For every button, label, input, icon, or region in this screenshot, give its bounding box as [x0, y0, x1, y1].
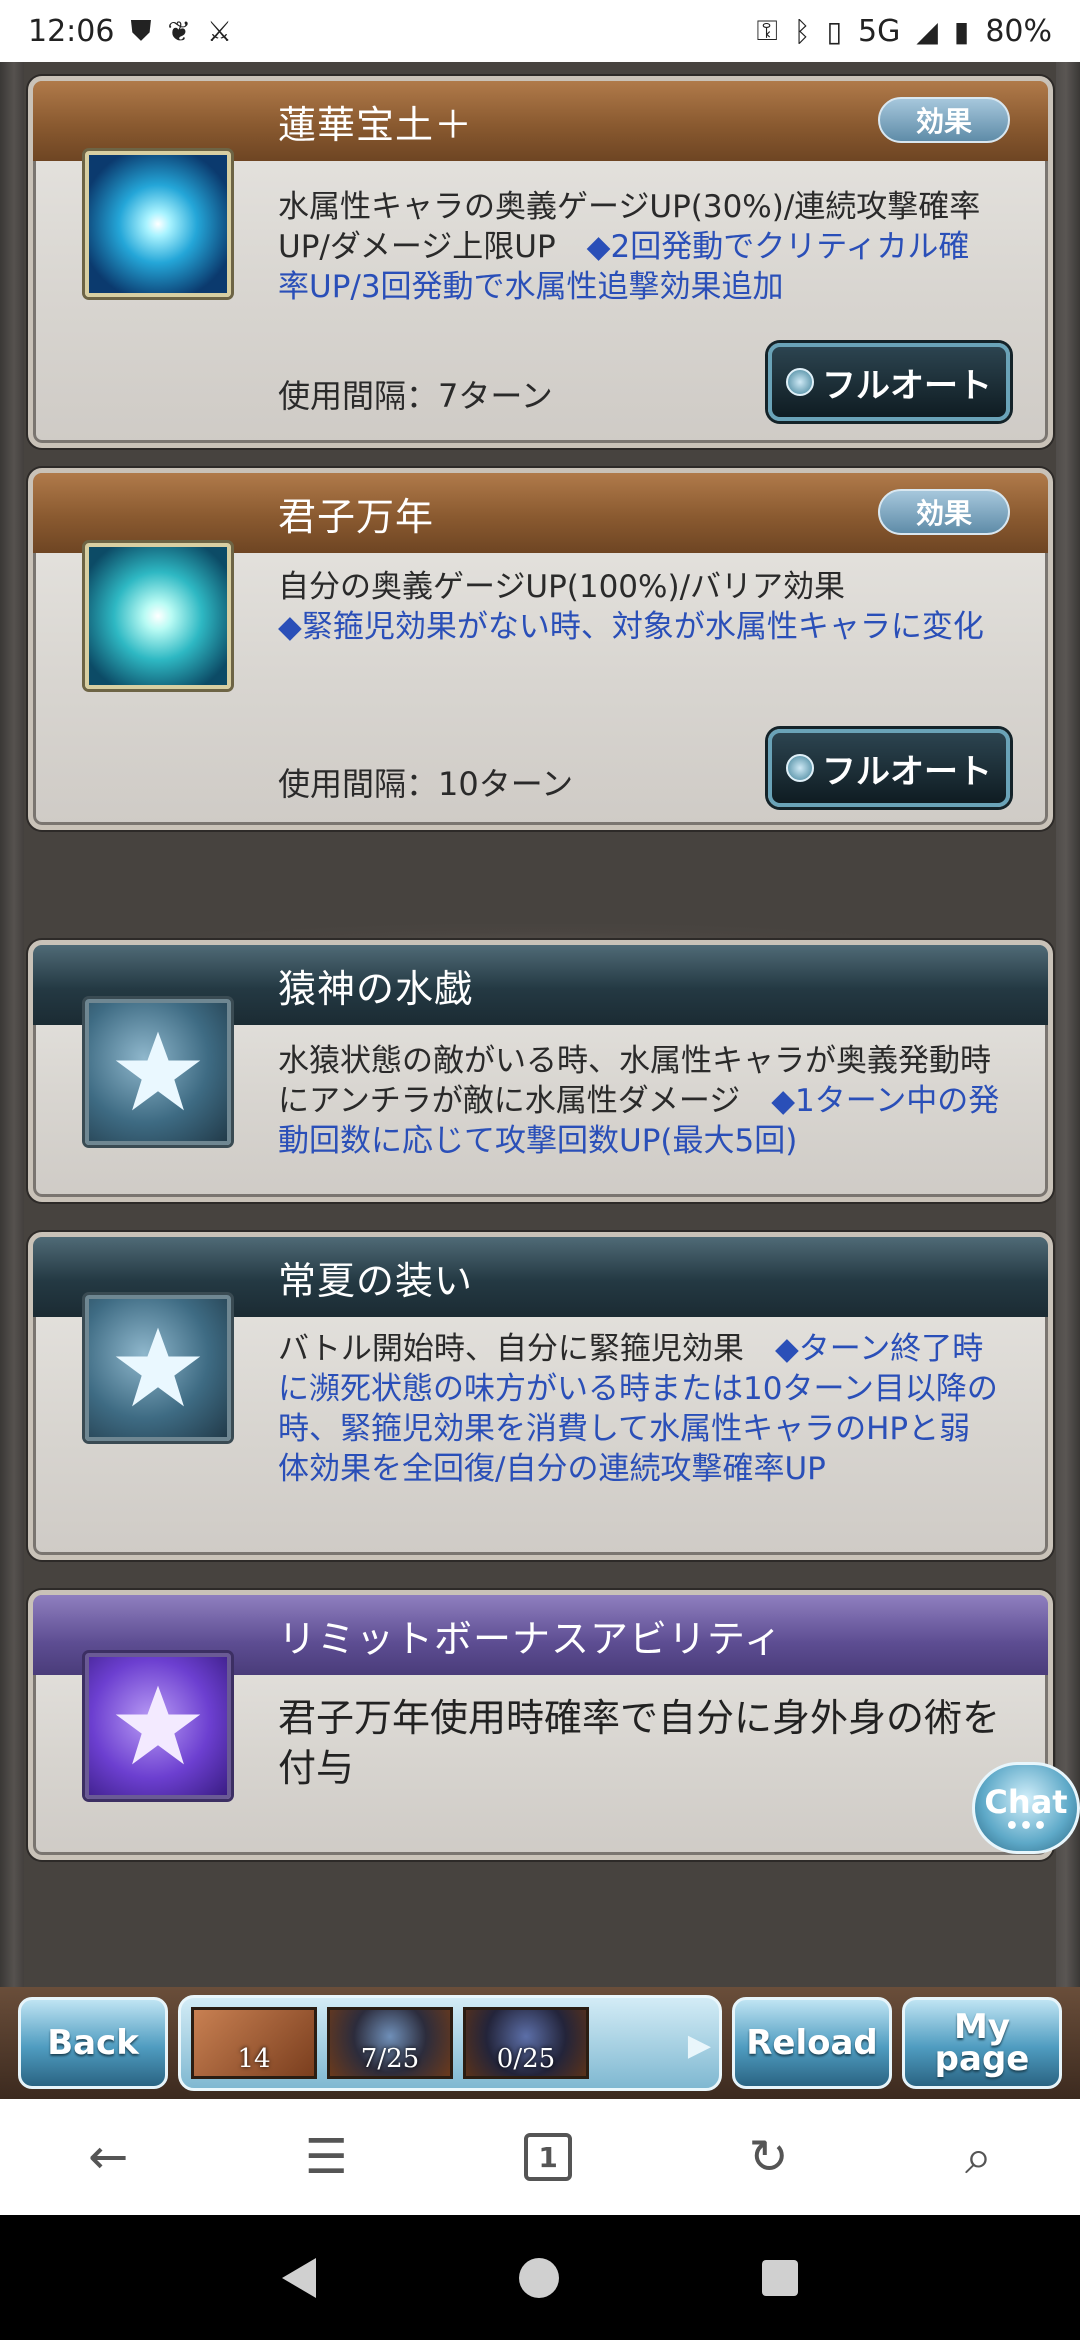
mypage-button[interactable]: My page — [902, 1997, 1062, 2089]
toggle-dot-icon — [786, 368, 814, 396]
effect-button[interactable]: 効果 — [878, 97, 1010, 143]
key-icon: ⚿ — [756, 14, 778, 47]
thumb-quest-1-value: 7/25 — [360, 2044, 420, 2074]
game-nav-bar: Back 14 7/25 0/25 ▶ Reload My page — [0, 1987, 1080, 2099]
thumb-ap[interactable]: 14 — [191, 2007, 317, 2079]
vibrate-icon: ▯ — [826, 14, 842, 48]
system-recents-icon[interactable] — [762, 2259, 799, 2296]
game-view: 蓮華宝土＋ 効果 水属性キャラの奥義ゲージUP(30%)/連続攻撃確率UP/ダメ… — [0, 62, 1080, 1987]
status-bar: 12:06 ⛊ ❦ ⚔ ⚿ ᛒ ▯ 5G ◢ ▮ 80% — [0, 0, 1080, 62]
full-auto-label: フルオート — [822, 365, 992, 406]
tab-count-button[interactable]: 1 — [524, 2133, 573, 2181]
status-left: 12:06 ⛊ ❦ ⚔ — [28, 14, 232, 49]
support-description: バトル開始時、自分に緊箍児効果 ◆ターン終了時に瀕死状態の味方がいる時または10… — [278, 1329, 1000, 1489]
full-auto-button[interactable]: フルオート — [768, 343, 1010, 421]
chat-button[interactable]: Chat ••• — [972, 1762, 1080, 1854]
network-type: 5G — [858, 13, 901, 49]
signal-icon: ◢ — [916, 14, 938, 48]
back-button[interactable]: Back — [18, 1997, 168, 2089]
mypage-label-line2: page — [934, 2039, 1030, 2079]
ability-icon — [85, 543, 231, 689]
ability-card-1: 蓮華宝土＋ 効果 水属性キャラの奥義ゲージUP(30%)/連続攻撃確率UP/ダメ… — [28, 76, 1053, 448]
ability-description: 水属性キャラの奥義ゲージUP(30%)/連続攻撃確率UP/ダメージ上限UP ◆2… — [278, 187, 1000, 307]
description-text: バトル開始時、自分に緊箍児効果 — [278, 1331, 775, 1367]
support-card-2: 常夏の装い バトル開始時、自分に緊箍児効果 ◆ターン終了時に瀕死状態の味方がいる… — [28, 1232, 1053, 1560]
limit-bonus-title: リミットボーナスアビリティ — [278, 1616, 783, 1661]
full-auto-label: フルオート — [822, 751, 992, 792]
description-highlight: ◆緊箍児効果がない時、対象が水属性キャラに変化 — [278, 609, 984, 645]
app-notification-icon: ❦ — [167, 14, 191, 48]
thumb-quest-1[interactable]: 7/25 — [327, 2007, 453, 2079]
browser-toolbar: ← ☰ 1 ↻ ⌕ — [0, 2099, 1080, 2215]
limit-bonus-card: リミットボーナスアビリティ 君子万年使用時確率で自分に身外身の術を付与 — [28, 1590, 1053, 1860]
system-back-icon[interactable] — [281, 2257, 316, 2298]
full-auto-button[interactable]: フルオート — [768, 729, 1010, 807]
star-icon — [85, 1653, 231, 1799]
reload-button[interactable]: Reload — [732, 1997, 892, 2089]
effect-button[interactable]: 効果 — [878, 489, 1010, 535]
limit-bonus-description: 君子万年使用時確率で自分に身外身の術を付与 — [278, 1696, 1001, 1790]
star-shape — [115, 1685, 201, 1765]
cooldown-text: 使用間隔：7ターン — [278, 377, 553, 415]
support-name: 猿神の水戯 — [278, 966, 474, 1011]
ability-name: 君子万年 — [278, 494, 435, 539]
cooldown-text: 使用間隔：10ターン — [278, 765, 574, 803]
game-notification-icon: ⚔ — [206, 14, 233, 48]
search-icon[interactable]: ⌕ — [965, 2129, 992, 2186]
status-right: ⚿ ᛒ ▯ 5G ◢ ▮ 80% — [756, 14, 1052, 49]
menu-icon[interactable]: ☰ — [305, 2129, 348, 2185]
ability-card-2: 君子万年 効果 自分の奥義ゲージUP(100%)/バリア効果 ◆緊箍児効果がない時… — [28, 468, 1053, 830]
mypage-label: My page — [935, 2010, 1030, 2076]
support-name: 常夏の装い — [278, 1258, 474, 1303]
description-text: 自分の奥義ゲージUP(100%)/バリア効果 — [278, 569, 846, 605]
thumb-ap-value: 14 — [237, 2044, 271, 2074]
ability-name: 蓮華宝土＋ — [278, 102, 474, 147]
ability-description: 自分の奥義ゲージUP(100%)/バリア効果 ◆緊箍児効果がない時、対象が水属性キ… — [278, 567, 1000, 647]
bluetooth-icon: ᛒ — [793, 14, 811, 48]
ability-icon — [85, 151, 231, 297]
support-description: 水猿状態の敵がいる時、水属性キャラが奥義発動時にアンチラが敵に水属性ダメージ ◆… — [278, 1041, 1000, 1161]
arrow-left-icon[interactable]: ← — [88, 2129, 128, 2185]
refresh-icon[interactable]: ↻ — [748, 2129, 788, 2185]
reload-label: Reload — [746, 2023, 878, 2063]
star-icon — [85, 1295, 231, 1441]
ellipsis-icon: ••• — [1004, 1814, 1048, 1839]
thumb-quest-2[interactable]: 0/25 — [463, 2007, 589, 2079]
system-nav-bar — [0, 2215, 1080, 2340]
toggle-dot-icon — [786, 754, 814, 782]
system-home-icon[interactable] — [518, 2257, 559, 2298]
thumb-quest-2-value: 0/25 — [496, 2044, 556, 2074]
star-shape — [115, 1031, 201, 1111]
star-icon — [85, 999, 231, 1145]
support-card-1: 猿神の水戯 水猿状態の敵がいる時、水属性キャラが奥義発動時にアンチラが敵に水属性… — [28, 940, 1053, 1202]
battery-level: 80% — [985, 13, 1052, 49]
status-time: 12:06 — [28, 13, 115, 49]
battery-icon: ▮ — [953, 14, 970, 48]
chevron-right-icon[interactable]: ▶ — [688, 2028, 711, 2063]
shield-icon: ⛊ — [130, 14, 152, 47]
party-status-strip[interactable]: 14 7/25 0/25 ▶ — [178, 1995, 722, 2091]
star-shape — [115, 1327, 201, 1407]
back-label: Back — [47, 2023, 139, 2063]
